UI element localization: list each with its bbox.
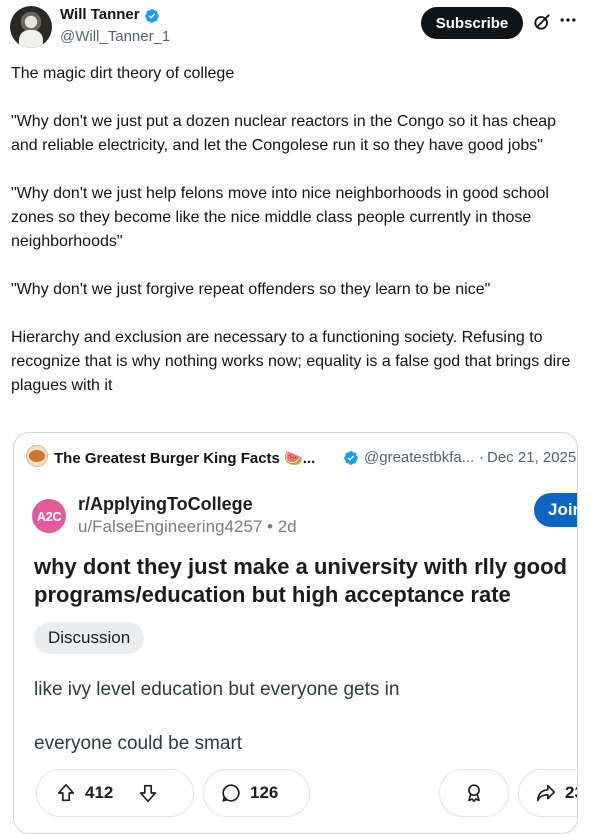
- vote-pill: 412: [36, 769, 194, 817]
- separator-dot: ·: [479, 449, 484, 466]
- join-button: Join: [534, 493, 577, 527]
- verified-badge-icon: [145, 9, 159, 23]
- quoted-author-avatar[interactable]: [26, 445, 48, 467]
- author-handle[interactable]: @Will_Tanner_1: [60, 28, 170, 45]
- downvote-icon: [140, 784, 157, 803]
- comment-pill: 126: [203, 769, 310, 817]
- tweet-text: The magic dirt theory of college "Why do…: [11, 62, 581, 398]
- quoted-author-name[interactable]: The Greatest Burger King Facts 🍉...: [54, 449, 315, 467]
- verified-badge-icon: [344, 451, 358, 465]
- quoted-media-image[interactable]: A2C r/ApplyingToCollege u/FalseEngineeri…: [14, 481, 577, 833]
- post-title: why dont they just make a university wit…: [34, 554, 567, 607]
- grok-icon[interactable]: [532, 12, 552, 32]
- tweet-paragraph: "Why don't we just put a dozen nuclear r…: [11, 113, 561, 154]
- award-pill: [439, 769, 509, 817]
- comment-icon: [222, 784, 240, 802]
- quoted-tweet-card[interactable]: The Greatest Burger King Facts 🍉... @gre…: [13, 432, 578, 834]
- tweet-paragraph: Hierarchy and exclusion are necessary to…: [11, 329, 575, 394]
- share-count: 23: [565, 783, 577, 802]
- upvote-icon: [57, 783, 75, 802]
- quoted-author-handle[interactable]: @greatestbkfa...: [364, 449, 474, 466]
- subscribe-button[interactable]: Subscribe: [421, 7, 523, 39]
- post-body-line: everyone could be smart: [34, 733, 243, 754]
- post-flair: Discussion: [34, 622, 145, 654]
- tweet-paragraph: "Why don't we just help felons move into…: [11, 185, 554, 250]
- post-author-and-age: u/FalseEngineering4257 • 2d: [78, 517, 297, 536]
- tweet-paragraph: The magic dirt theory of college: [11, 65, 235, 82]
- post-body-line: like ivy level education but everyone ge…: [34, 679, 400, 700]
- tweet-paragraph: "Why don't we just forgive repeat offend…: [11, 281, 491, 298]
- upvote-count: 412: [85, 783, 114, 802]
- share-icon: [536, 784, 556, 802]
- share-pill: 23: [518, 769, 577, 817]
- subreddit-icon: A2C: [32, 499, 66, 533]
- award-icon: [468, 784, 480, 803]
- comment-count: 126: [250, 783, 279, 802]
- tweet: Will Tanner @Will_Tanner_1 Subscribe The…: [0, 0, 600, 834]
- author-display-name[interactable]: Will Tanner: [60, 6, 140, 23]
- more-options-icon[interactable]: [558, 10, 578, 30]
- author-avatar[interactable]: [10, 6, 52, 48]
- subreddit-name: r/ApplyingToCollege: [78, 494, 253, 514]
- quoted-tweet-date[interactable]: Dec 21, 2025: [487, 449, 576, 466]
